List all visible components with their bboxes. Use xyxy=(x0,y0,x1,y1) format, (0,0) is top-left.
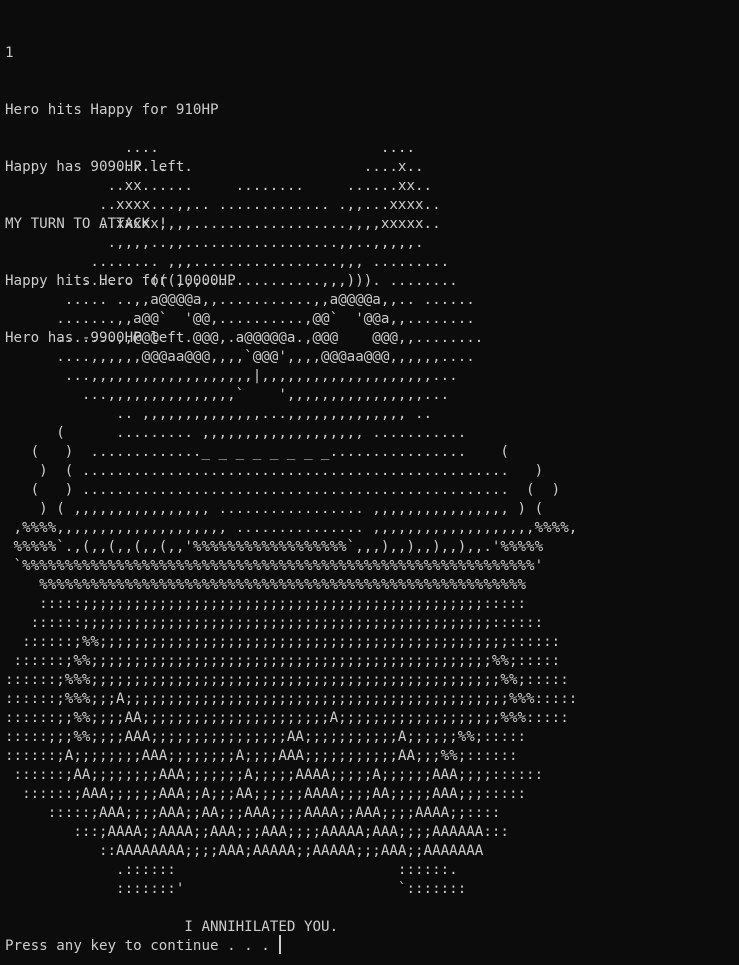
continue-prompt[interactable]: Press any key to continue . . . xyxy=(5,935,281,956)
ascii-art-line: ....,,,,,,@@@aa@@@,,,,`@@@',,,,@@@aa@@@,… xyxy=(5,349,475,365)
ascii-art-line: ..xx...... ........ ......xx.. xyxy=(5,178,433,194)
ascii-art-line: ...,,,,,,,,,,,,,,,,,,,|,,,,,,,,,,,,,,,,,… xyxy=(5,368,458,384)
ascii-art-line: ::::::;A;;;;;;;;AAA;;;;;;;;A;;;;AAA;;;;;… xyxy=(5,748,518,764)
ascii-art-line: .... .... xyxy=(5,140,415,156)
ascii-art-line: ( ) ....................................… xyxy=(5,482,561,498)
ascii-art-line: ::::::;;%%;;;;AA;;;;;;;;;;;;;;;;;;;;;;A;… xyxy=(5,710,569,726)
ascii-art-line: :::;AAAA;;AAAA;;AAA;;;AAA;;;;AAAAA;AAA;;… xyxy=(5,824,509,840)
ascii-art-line: ( ) ............._ _ _ _ _ _ _ _........… xyxy=(5,444,509,460)
ascii-art-line: .. ,,,,,,,,,,,,,,...,,,,,,,,,,,,,, .. xyxy=(5,406,433,422)
ascii-art-line: %%%%%`.,(,,(,,(,,(,,'%%%%%%%%%%%%%%%%%%`… xyxy=(5,539,544,555)
ascii-art-line: ::::::;%%;;;;;;;;;;;;;;;;;;;;;;;;;;;;;;;… xyxy=(5,634,561,650)
ascii-art-line: %%%%%%%%%%%%%%%%%%%%%%%%%%%%%%%%%%%%%%%%… xyxy=(5,577,527,593)
ascii-art-line: ::::::;AAA;;;;;;AAA;;A;;;AA;;;;;;AAAA;;;… xyxy=(5,786,527,802)
log-line-hero-attack: Hero hits Happy for 910HP xyxy=(5,102,219,118)
ascii-monster-art: .... .... ..x.... ....x.. ..xx...... ...… xyxy=(5,139,577,937)
ascii-art-line: ) ( ,,,,,,,,,,,,,,,, ................. ,… xyxy=(5,501,544,517)
ascii-art-line: ( ......... ,,,,,,,,,,,,,,,,,,, ........… xyxy=(5,425,467,441)
log-line-turn: 1 xyxy=(5,45,14,61)
ascii-art-line: ..xxxxx,,,,..................,,,,xxxxx.. xyxy=(5,216,441,232)
ascii-art-line: :::::;;;%%;;;;AAA;;;;;;;;;;;;;;;;AA;;;;;… xyxy=(5,729,527,745)
ascii-art-line xyxy=(5,899,577,918)
ascii-art-line: ....... .(((,,,..............,,,))). ...… xyxy=(5,273,458,289)
ascii-art-line: ..xxxx...,,.. ............. .,,...xxxx.. xyxy=(5,197,441,213)
ascii-art-line: ........ ,,,.................,,, .......… xyxy=(5,254,450,270)
ascii-art-line: ...,,,,,,,,,,,,,,,` ',,,,,,,,,,,,,,,,... xyxy=(5,387,450,403)
ascii-art-line: ::::::;%%%;;;A;;;;;;;;;;;;;;;;;;;;;;;;;;… xyxy=(5,691,578,707)
ascii-art-line: ..x.... ....x.. xyxy=(5,159,424,175)
ascii-art-line: .,,,,..,,..................,,..,,,,,. xyxy=(5,235,424,251)
ascii-art-line: :::::::' `::::::: xyxy=(5,881,467,897)
ascii-art-line: .:::::: ::::::. xyxy=(5,862,458,878)
ascii-art-line: .......,,a@@` '@@,..........,@@` '@@a,,.… xyxy=(5,311,475,327)
ascii-art-line: ::::::;%%;;;;;;;;;;;;;;;;;;;;;;;;;;;;;;;… xyxy=(5,653,561,669)
ascii-art-line: ::::::;%%%;;;;;;;;;;;;;;;;;;;;;;;;;;;;;;… xyxy=(5,672,569,688)
ascii-art-line: ::AAAAAAAA;;;;AAA;AAAAA;;AAAAA;;;AAA;;AA… xyxy=(5,843,484,859)
ascii-art-line: `%%%%%%%%%%%%%%%%%%%%%%%%%%%%%%%%%%%%%%%… xyxy=(5,558,544,574)
ascii-art-line: ,%%%%,,,,,,,,,,,,,,,,,,,, ..............… xyxy=(5,520,578,536)
ascii-art-line: ::::::;AA;;;;;;;;AAA;;;;;;;A;;;;;AAAA;;;… xyxy=(5,767,544,783)
prompt-text: Press any key to continue . . . xyxy=(5,938,279,954)
text-cursor xyxy=(279,935,281,954)
ascii-art-line: :::::;;;;;;;;;;;;;;;;;;;;;;;;;;;;;;;;;;;… xyxy=(5,596,527,612)
ascii-art-line: ::::::;;;;;;;;;;;;;;;;;;;;;;;;;;;;;;;;;;… xyxy=(5,615,544,631)
console-window[interactable]: 1 Hero hits Happy for 910HP Happy has 90… xyxy=(0,0,739,965)
ascii-art-line: :::::;AAA;;;;AAA;;AA;;;AAA;;;;AAAA;;AAA;… xyxy=(5,805,501,821)
ascii-art-line: ) ( ....................................… xyxy=(5,463,544,479)
ascii-art-line: .......,,@@@ @@@,.a@@@@@a.,@@@ @@@,,....… xyxy=(5,330,484,346)
ascii-art-line: ..... ..,,a@@@@a,,...........,,a@@@@a,,.… xyxy=(5,292,475,308)
